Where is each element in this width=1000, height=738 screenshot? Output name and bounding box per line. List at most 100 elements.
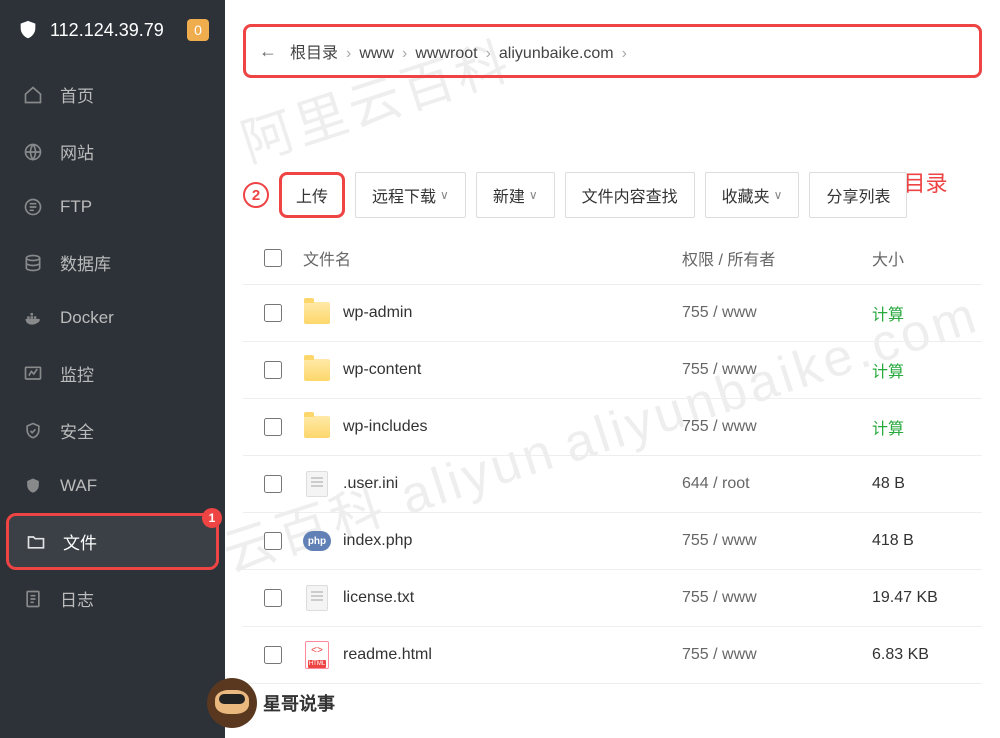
new-button[interactable]: 新建∨ [476, 172, 555, 218]
breadcrumb-item[interactable]: www [353, 41, 400, 66]
table-row[interactable]: wp-content 755 / www计算 [243, 342, 982, 399]
folder-icon [25, 531, 47, 553]
sidebar-item-home[interactable]: 首页 [0, 66, 225, 123]
row-checkbox[interactable] [264, 304, 282, 322]
main-content: 阿里云百科 aliyunbaike.com 云百科 aliyun ← 根目录›w… [225, 0, 1000, 738]
file-size: 19.47 KB [872, 589, 982, 607]
file-size: 计算 [872, 301, 982, 325]
annotation-badge-1: 1 [202, 508, 222, 528]
file-name: readme.html [343, 646, 432, 664]
breadcrumb-item[interactable]: aliyunbaike.com [493, 41, 620, 66]
table-row[interactable]: license.txt 755 / www19.47 KB [243, 570, 982, 627]
document-icon [306, 585, 328, 611]
sidebar-item-docker[interactable]: Docker [0, 291, 225, 345]
sidebar-item-log[interactable]: 日志 [0, 570, 225, 627]
file-name: wp-admin [343, 304, 412, 322]
table-row[interactable]: wp-admin 755 / www计算 [243, 285, 982, 342]
file-perm: 755 / www [682, 304, 872, 322]
chevron-down-icon: ∨ [529, 188, 538, 202]
file-table: 文件名 权限 / 所有者 大小 wp-admin755 / www计算wp-co… [225, 232, 1000, 688]
annotation-badge-2: 2 [243, 182, 269, 208]
monkey-icon [207, 678, 257, 728]
file-size: 48 B [872, 475, 982, 493]
file-name: wp-content [343, 361, 421, 379]
chevron-down-icon: ∨ [440, 188, 449, 202]
table-row[interactable]: readme.html755 / www6.83 KB [243, 627, 982, 684]
sidebar-item-waf[interactable]: WAF [0, 459, 225, 513]
sidebar-item-folder[interactable]: 文件1 [6, 513, 219, 570]
favorites-button[interactable]: 收藏夹∨ [705, 172, 800, 218]
header-name[interactable]: 文件名 [303, 246, 682, 270]
file-perm: 755 / www [682, 646, 872, 664]
breadcrumb-item[interactable]: wwwroot [409, 41, 483, 66]
sidebar-item-globe[interactable]: 网站 [0, 123, 225, 180]
chevron-right-icon: › [484, 45, 493, 62]
table-row[interactable]: .user.ini644 / root48 B [243, 456, 982, 513]
sidebar-item-label: 文件 [63, 529, 97, 554]
file-perm: 644 / root [682, 475, 872, 493]
row-checkbox[interactable] [264, 361, 282, 379]
file-perm: 755 / www [682, 418, 872, 436]
globe-icon [22, 141, 44, 163]
table-row[interactable]: wp-includes755 / www计算 [243, 399, 982, 456]
file-size: 418 B [872, 532, 982, 550]
back-icon[interactable]: ← [252, 35, 284, 67]
notification-badge[interactable]: 0 [187, 19, 209, 41]
html-icon [305, 641, 329, 669]
sidebar-item-label: Docker [60, 308, 114, 328]
upload-button[interactable]: 上传 [279, 172, 345, 218]
home-icon [22, 84, 44, 106]
sidebar-item-monitor[interactable]: 监控 [0, 345, 225, 402]
breadcrumb-item[interactable]: 根目录 [284, 41, 344, 66]
content-search-button[interactable]: 文件内容查找 [565, 172, 695, 218]
sidebar-item-label: FTP [60, 197, 92, 217]
log-icon [22, 588, 44, 610]
file-size: 计算 [872, 358, 982, 382]
docker-icon [22, 307, 44, 329]
row-checkbox[interactable] [264, 475, 282, 493]
folder-icon [304, 359, 330, 381]
sidebar-header: 112.124.39.79 0 [0, 0, 225, 60]
chevron-right-icon: › [620, 45, 629, 62]
sidebar-item-label: 安全 [60, 418, 94, 443]
sidebar-item-label: 网站 [60, 139, 94, 164]
file-perm: 755 / www [682, 532, 872, 550]
remote-download-button[interactable]: 远程下载∨ [355, 172, 466, 218]
sidebar-item-label: 监控 [60, 361, 94, 386]
shield-icon [16, 18, 40, 42]
file-perm: 755 / www [682, 361, 872, 379]
waf-icon [22, 475, 44, 497]
share-list-button[interactable]: 分享列表 [809, 172, 907, 218]
select-all-checkbox[interactable] [264, 249, 282, 267]
breadcrumb: ← 根目录›www›wwwroot›aliyunbaike.com› [243, 24, 982, 78]
toolbar: 2 上传 远程下载∨ 新建∨ 文件内容查找 收藏夹∨ 分享列表 [225, 126, 1000, 232]
table-header: 文件名 权限 / 所有者 大小 [243, 232, 982, 285]
sidebar-item-security[interactable]: 安全 [0, 402, 225, 459]
header-size[interactable]: 大小 [872, 246, 982, 270]
row-checkbox[interactable] [264, 532, 282, 550]
chevron-right-icon: › [344, 45, 353, 62]
row-checkbox[interactable] [264, 646, 282, 664]
database-icon [22, 252, 44, 274]
sidebar-item-label: 数据库 [60, 250, 111, 275]
sidebar-item-database[interactable]: 数据库 [0, 234, 225, 291]
security-icon [22, 420, 44, 442]
file-name: license.txt [343, 589, 414, 607]
server-ip: 112.124.39.79 [50, 20, 164, 41]
sidebar-item-label: 首页 [60, 82, 94, 107]
table-row[interactable]: phpindex.php755 / www418 B [243, 513, 982, 570]
sidebar-item-label: 日志 [60, 586, 94, 611]
file-size: 计算 [872, 415, 982, 439]
chevron-down-icon: ∨ [774, 188, 783, 202]
sidebar-nav: 首页网站FTP数据库Docker监控安全WAF文件1日志 [0, 66, 225, 738]
file-perm: 755 / www [682, 589, 872, 607]
branding-logo: 星哥说事 [207, 678, 982, 728]
row-checkbox[interactable] [264, 418, 282, 436]
row-checkbox[interactable] [264, 589, 282, 607]
header-perm[interactable]: 权限 / 所有者 [682, 246, 872, 270]
monitor-icon [22, 363, 44, 385]
branding-text: 星哥说事 [263, 690, 335, 716]
sidebar-item-ftp[interactable]: FTP [0, 180, 225, 234]
document-icon [306, 471, 328, 497]
chevron-right-icon: › [400, 45, 409, 62]
